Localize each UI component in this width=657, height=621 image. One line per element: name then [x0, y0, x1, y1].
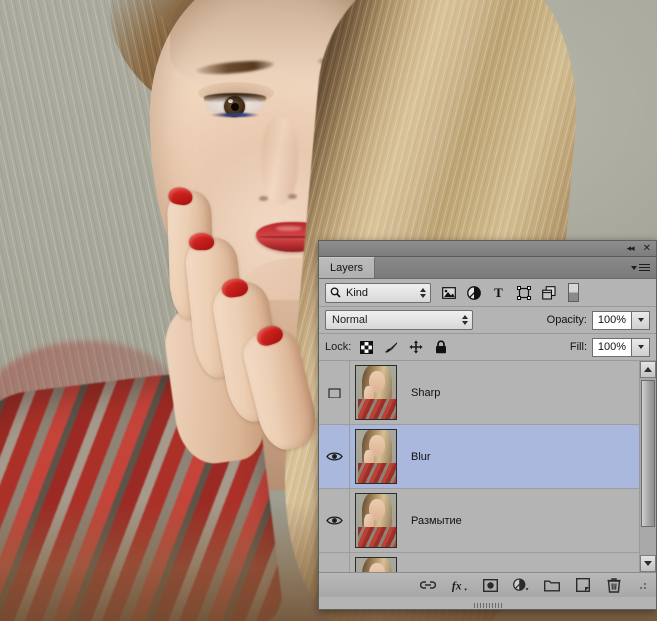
menu-caret-icon [631, 265, 637, 270]
scroll-down-arrow[interactable] [640, 555, 656, 572]
svg-text:fx: fx [452, 580, 462, 592]
lock-row: Lock: Fill: 100% [319, 334, 656, 361]
filter-type-layers-icon[interactable]: T [491, 285, 506, 300]
visibility-toggle-razmytie[interactable] [319, 489, 350, 552]
new-adjustment-layer-icon[interactable] [513, 577, 529, 593]
layer-thumbnail-cell-sharp [350, 365, 397, 420]
layer-row-sharp[interactable]: Sharp [319, 361, 640, 425]
opacity-label: Opacity: [546, 314, 587, 326]
tab-layers-label: Layers [330, 262, 364, 274]
screenshot-root: ◂◂ ✕ Layers Kind T Normal Opacity: 100% … [0, 0, 657, 621]
layers-panel-toolbar: fx [319, 572, 656, 597]
opacity-input[interactable]: 100% [592, 310, 632, 330]
layer-rows: Sharp Blur Размытие [319, 361, 640, 572]
panel-titlebar: ◂◂ ✕ [319, 241, 656, 257]
layer-thumbnail-cell-background [350, 557, 397, 572]
delete-layer-icon[interactable] [606, 577, 622, 593]
panel-menu-icon[interactable] [631, 257, 656, 278]
fill-label: Fill: [569, 341, 587, 353]
lock-image-pixels-icon[interactable] [384, 340, 398, 354]
magnifier-icon [330, 287, 341, 298]
eye-left [198, 82, 274, 119]
eye-visible-icon [325, 452, 343, 461]
panel-tab-bar: Layers [319, 257, 656, 279]
filter-kind-select[interactable]: Kind [325, 282, 431, 303]
blend-mode-row: Normal Opacity: 100% [319, 307, 656, 334]
lock-icon-group [359, 340, 448, 354]
collapse-panel-icon[interactable]: ◂◂ [627, 244, 635, 253]
link-layers-icon[interactable] [420, 577, 436, 593]
filter-adjustment-layers-icon[interactable] [466, 285, 481, 300]
layer-thumbnail-razmytie [355, 493, 397, 548]
layer-filter-row: Kind T [319, 279, 656, 307]
pupil-left [231, 103, 239, 111]
layer-thumbnail-cell-razmytie [350, 493, 397, 548]
scroll-up-arrow[interactable] [640, 361, 656, 378]
lock-label: Lock: [325, 341, 352, 353]
filter-pixel-layers-icon[interactable] [441, 285, 456, 300]
layers-panel: ◂◂ ✕ Layers Kind T Normal Opacity: 100% … [318, 240, 657, 610]
eyelash-left [204, 93, 266, 102]
opacity-dropdown-icon[interactable] [632, 310, 650, 330]
eye-visible-icon [325, 516, 343, 525]
fill-dropdown-icon[interactable] [632, 337, 650, 357]
eyeliner-left [210, 113, 260, 117]
layer-thumbnail-cell-blur [350, 429, 397, 484]
layer-name-sharp: Sharp [411, 386, 441, 399]
fill-input[interactable]: 100% [592, 337, 632, 357]
layer-style-fx-icon[interactable]: fx [451, 577, 467, 593]
filter-type-icons: T [441, 283, 579, 302]
menu-lines-icon [639, 264, 650, 271]
svg-text:T: T [494, 286, 503, 299]
fingernail-2 [189, 233, 215, 251]
scrollbar-thumb[interactable] [641, 380, 655, 527]
layer-list: Sharp Blur Размытие [319, 361, 656, 572]
filter-shape-layers-icon[interactable] [516, 285, 531, 300]
lock-transparent-pixels-icon[interactable] [359, 340, 373, 354]
layer-thumbnail-blur [355, 429, 397, 484]
blend-mode-stepper[interactable] [462, 315, 468, 325]
panel-bottom-resize-handle[interactable] [473, 603, 502, 608]
blend-mode-value: Normal [332, 314, 368, 326]
visibility-toggle-blur[interactable] [319, 425, 350, 488]
panel-resize-grip-icon[interactable] [639, 580, 648, 590]
layer-name-razmytie: Размытие [411, 514, 462, 527]
layer-row-razmytie[interactable]: Размытие [319, 489, 640, 553]
layer-name-blur: Blur [411, 450, 431, 463]
tab-layers[interactable]: Layers [319, 257, 376, 278]
scrollbar-track[interactable] [640, 378, 656, 555]
filter-enable-toggle[interactable] [568, 283, 579, 302]
add-layer-mask-icon[interactable] [482, 577, 498, 593]
visibility-toggle-sharp[interactable] [319, 361, 350, 424]
filter-kind-stepper[interactable] [420, 287, 426, 298]
lock-position-icon[interactable] [409, 340, 423, 354]
filter-smart-objects-icon[interactable] [541, 285, 556, 300]
lock-all-icon[interactable] [434, 340, 448, 354]
layer-thumbnail-sharp [355, 365, 397, 420]
close-icon[interactable]: ✕ [643, 243, 651, 254]
blend-mode-select[interactable]: Normal [325, 310, 473, 330]
eye-hidden-icon [327, 388, 341, 398]
visibility-toggle-background[interactable] [319, 553, 350, 572]
layer-list-scrollbar[interactable] [639, 361, 656, 572]
filter-kind-label: Kind [346, 286, 369, 299]
layer-row-blur[interactable]: Blur [319, 425, 640, 489]
new-group-icon[interactable] [544, 577, 560, 593]
new-layer-icon[interactable] [575, 577, 591, 593]
layer-thumbnail-background [355, 557, 397, 572]
layer-row-background[interactable]: Background [319, 553, 640, 572]
